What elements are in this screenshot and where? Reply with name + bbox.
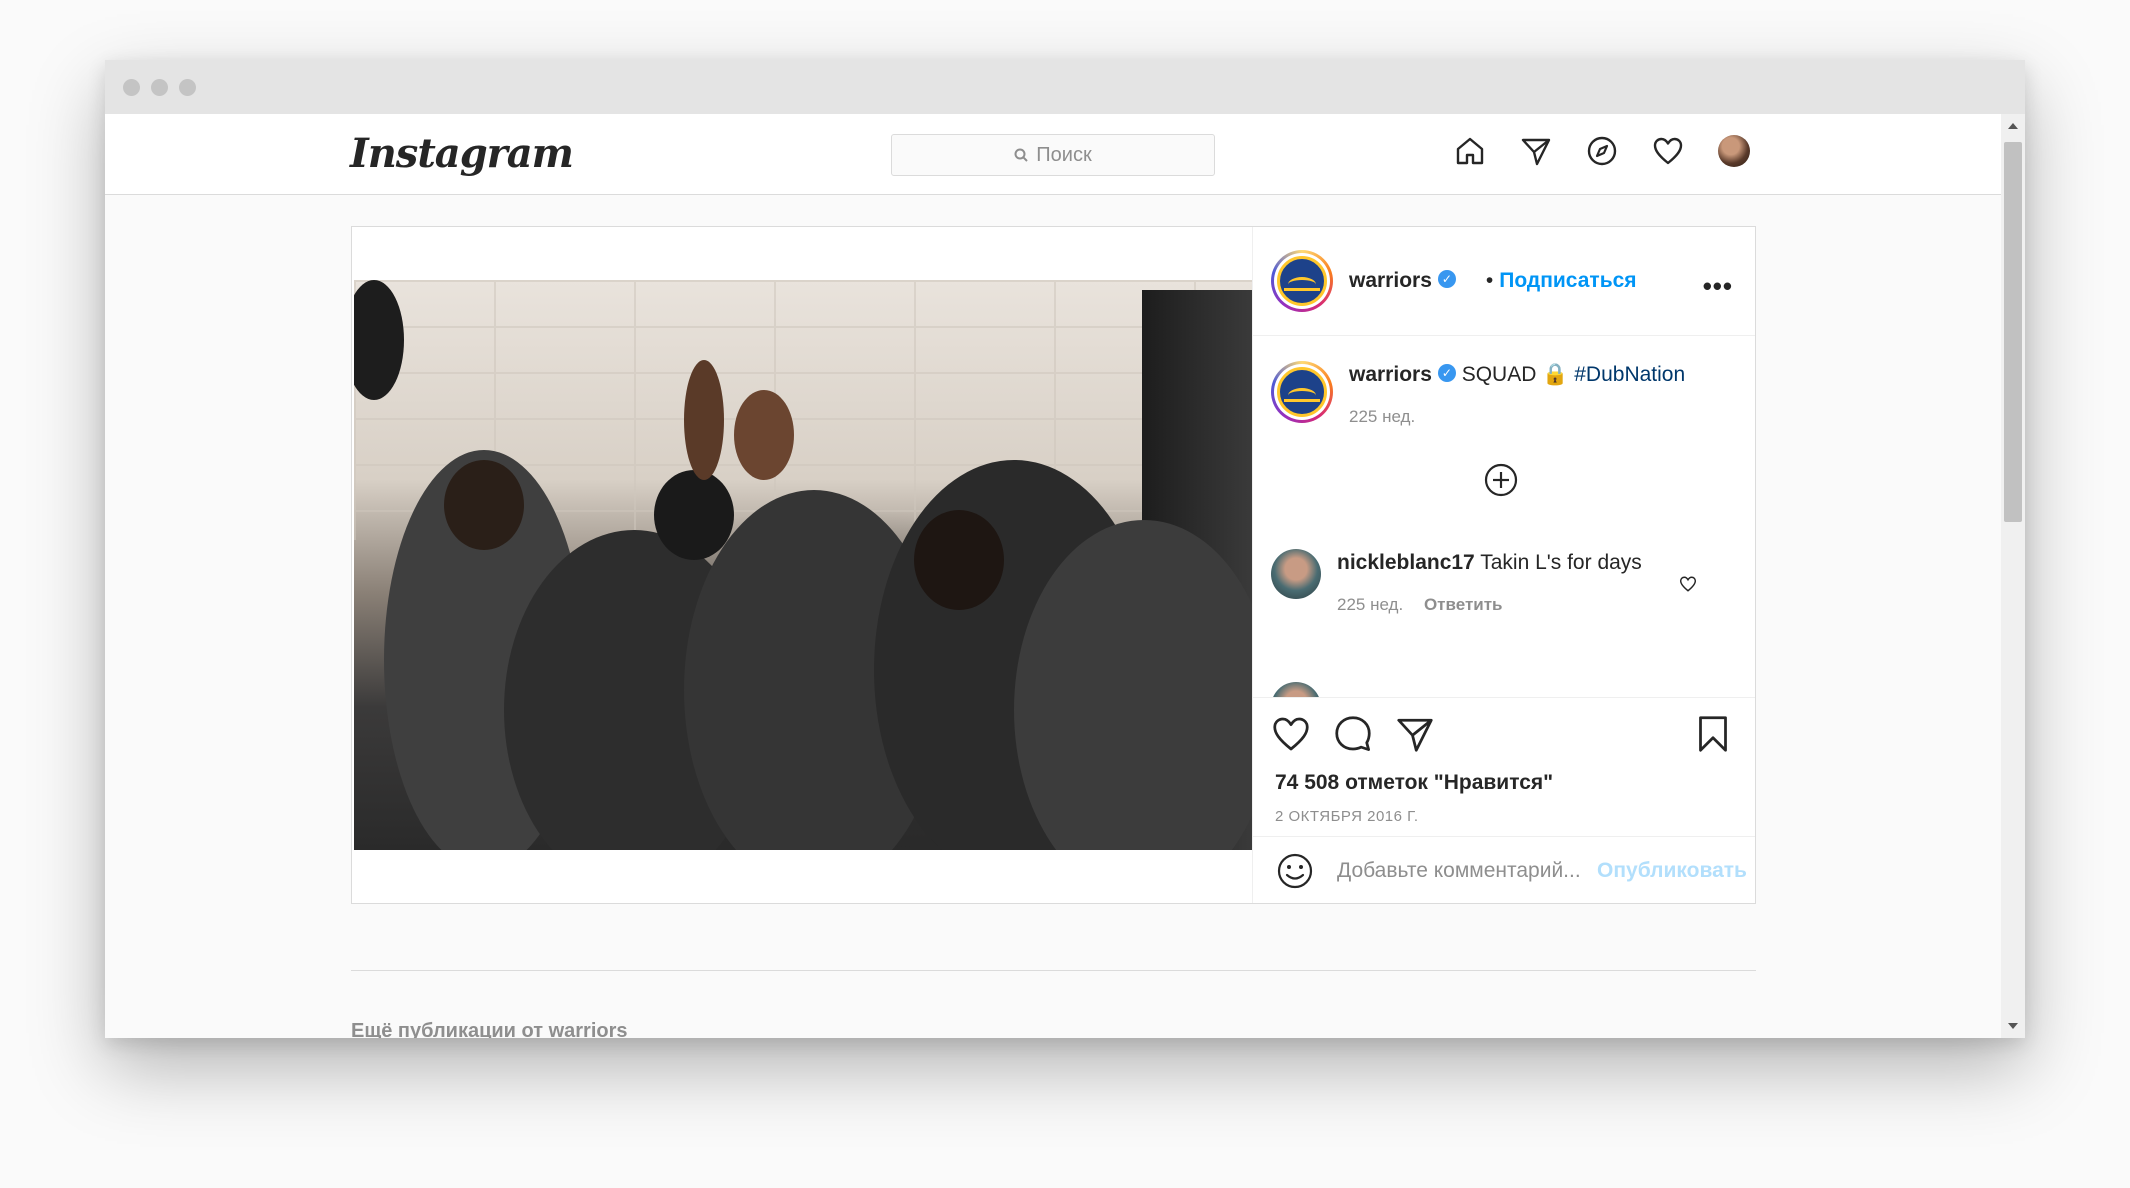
comment-username[interactable]: nickleblanc17 <box>1337 551 1475 574</box>
minimize-window-button[interactable] <box>151 79 168 96</box>
caption-username[interactable]: warriors <box>1349 363 1432 386</box>
reply-button[interactable]: Ответить <box>1424 595 1503 614</box>
add-comment-bar: Опубликовать <box>1253 838 1755 903</box>
follow-button[interactable]: Подписаться <box>1499 269 1636 293</box>
compass-icon <box>1587 136 1617 166</box>
photo-head <box>914 510 1004 610</box>
comments-list: warriors ✓ SQUAD 🔒 #DubNation 225 нед. n… <box>1253 337 1755 697</box>
post-date[interactable]: 2 ОКТЯБРЯ 2016 Г. <box>1275 808 1419 825</box>
explore-button[interactable] <box>1585 134 1619 168</box>
bookmark-icon[interactable] <box>1693 714 1733 754</box>
profile-button[interactable] <box>1717 134 1751 168</box>
title-bar <box>105 60 2025 114</box>
caption-text: SQUAD 🔒 <box>1461 363 1569 386</box>
post-header: warriors ✓ • Подписаться ••• <box>1253 227 1755 336</box>
scroll-up-arrow-icon[interactable] <box>2001 114 2025 138</box>
caption-row: warriors ✓ SQUAD 🔒 #DubNation 225 нед. <box>1271 361 1685 431</box>
post-media <box>352 227 1252 903</box>
caption-avatar[interactable] <box>1271 361 1333 423</box>
caption-meta: 225 нед. <box>1349 403 1685 431</box>
profile-avatar <box>1718 135 1750 167</box>
warriors-logo-icon <box>1277 367 1327 417</box>
photo-head <box>444 460 524 550</box>
separator-dot: • <box>1485 269 1494 292</box>
caption-hashtag[interactable]: #DubNation <box>1574 363 1685 386</box>
comment-bubble-icon[interactable] <box>1333 714 1373 754</box>
instagram-logo[interactable]: Instagram <box>350 130 574 177</box>
photo-hand <box>684 360 724 480</box>
more-options-button[interactable]: ••• <box>1703 271 1733 302</box>
comment-text: Takin L's for days <box>1480 551 1642 574</box>
comment-like-heart-icon[interactable] <box>1679 575 1697 593</box>
comment-meta: 225 нед. Ответить <box>1337 591 1642 619</box>
commenter-avatar[interactable] <box>1271 549 1321 599</box>
load-more-comments-icon[interactable] <box>1483 462 1519 498</box>
publish-button[interactable]: Опубликовать <box>1597 859 1747 883</box>
direct-button[interactable] <box>1519 134 1553 168</box>
author-username[interactable]: warriors <box>1349 269 1432 293</box>
action-icons <box>1271 714 1435 754</box>
emoji-icon[interactable] <box>1275 851 1315 891</box>
instagram-header: Instagram Поиск <box>105 114 2001 195</box>
more-posts-heading: Ещё публикации от warriors <box>351 1020 628 1038</box>
comment-body: nickleblanc17 Takin L's for days 225 нед… <box>1337 549 1642 619</box>
search-icon <box>1014 148 1028 162</box>
post-card: warriors ✓ • Подписаться ••• warriors ✓ … <box>351 226 1756 904</box>
comment-age[interactable]: 225 нед. <box>1337 595 1403 614</box>
home-icon <box>1456 137 1484 165</box>
section-divider <box>351 970 1756 971</box>
post-photo[interactable] <box>354 280 1252 850</box>
caption-body: warriors ✓ SQUAD 🔒 #DubNation 225 нед. <box>1349 361 1685 431</box>
likes-count[interactable]: 74 508 отметок "Нравится" <box>1275 771 1553 795</box>
next-commenter-avatar <box>1271 682 1321 697</box>
zoom-window-button[interactable] <box>179 79 196 96</box>
warriors-logo-icon <box>1277 256 1327 306</box>
search-placeholder: Поиск <box>1036 143 1092 166</box>
caption-age[interactable]: 225 нед. <box>1349 407 1415 426</box>
post-actions: 74 508 отметок "Нравится" 2 ОКТЯБРЯ 2016… <box>1253 697 1755 837</box>
scroll-thumb[interactable] <box>2004 142 2022 522</box>
verified-badge-icon: ✓ <box>1437 270 1456 288</box>
photo-hand <box>734 390 794 480</box>
search-box[interactable]: Поиск <box>891 134 1215 176</box>
verified-badge-icon: ✓ <box>1437 364 1456 383</box>
scrollbar[interactable] <box>2001 114 2025 1038</box>
share-send-icon[interactable] <box>1395 714 1435 754</box>
scroll-down-arrow-icon[interactable] <box>2001 1014 2025 1038</box>
comment-row: nickleblanc17 Takin L's for days 225 нед… <box>1271 549 1741 619</box>
heart-icon <box>1653 137 1683 165</box>
like-heart-icon[interactable] <box>1271 714 1311 754</box>
author-avatar[interactable] <box>1271 250 1333 312</box>
comment-input[interactable] <box>1337 858 1587 883</box>
photo-head <box>654 470 734 560</box>
direct-send-icon <box>1521 138 1551 166</box>
browser-window: Instagram Поиск warriors ✓ • Подписаться… <box>105 60 2025 1038</box>
post-sidebar: warriors ✓ • Подписаться ••• warriors ✓ … <box>1252 227 1755 903</box>
home-button[interactable] <box>1453 134 1487 168</box>
page-viewport: Instagram Поиск warriors ✓ • Подписаться… <box>105 114 2025 1038</box>
window-controls <box>123 79 196 96</box>
activity-button[interactable] <box>1651 134 1685 168</box>
nav-icons <box>1453 134 1751 168</box>
close-window-button[interactable] <box>123 79 140 96</box>
follow-area: • Подписаться <box>1478 269 1637 293</box>
